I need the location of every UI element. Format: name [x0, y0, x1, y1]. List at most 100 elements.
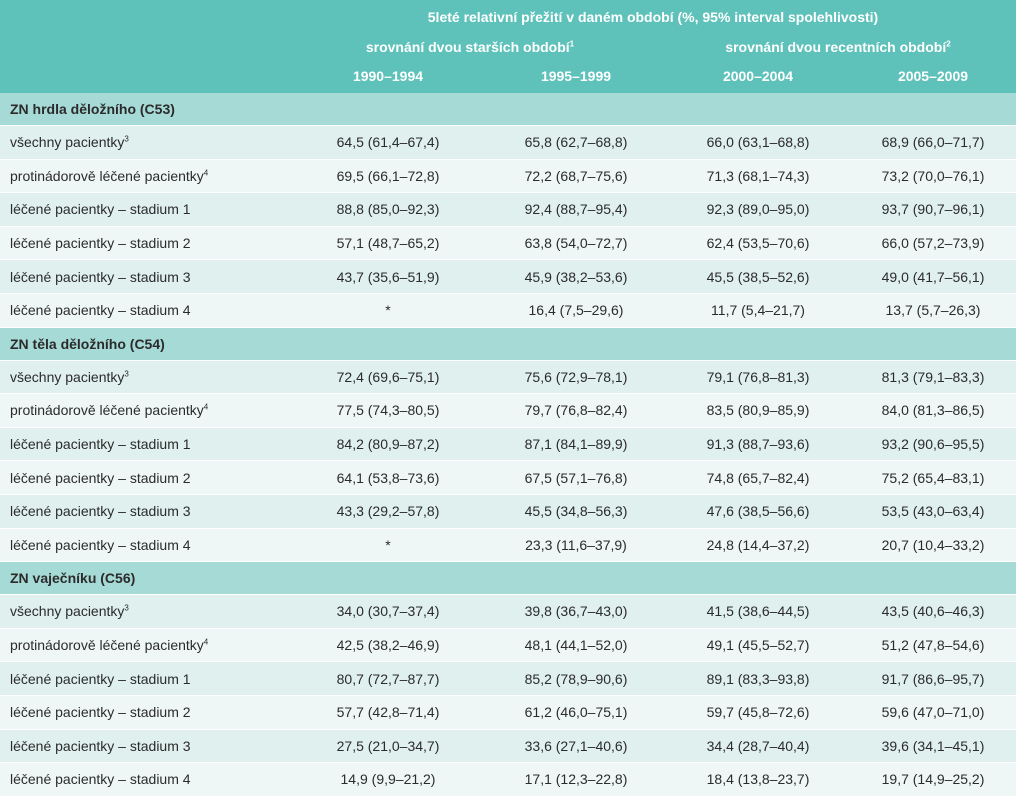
value-cell: 79,1 (76,8–81,3) — [706, 368, 810, 385]
value-cell: 68,9 (66,0–71,7) — [881, 134, 985, 151]
row-label: léčené pacientky – stadium 1 — [0, 671, 290, 687]
row-label-footnote: 4 — [203, 637, 209, 647]
value-cell: 64,1 (53,8–73,6) — [336, 469, 440, 486]
table-row: léčené pacientky – stadium 3 43,3 (29,2–5… — [0, 494, 1016, 529]
row-label-text: všechny pacientky — [10, 603, 125, 620]
value-cell: 66,0 (57,2–73,9) — [881, 235, 985, 252]
row-label-text: léčené pacientky – stadium 2 — [10, 704, 191, 721]
row-label: léčené pacientky – stadium 4 — [0, 771, 290, 787]
value-cell: 71,3 (68,1–74,3) — [706, 167, 810, 184]
row-label: léčené pacientky – stadium 3 — [0, 269, 290, 285]
value-cell: 47,6 (38,5–56,6) — [706, 503, 810, 520]
table-row: léčené pacientky – stadium 4 * 23,3 (11,6–… — [0, 528, 1016, 563]
row-label-text: léčené pacientky – stadium 4 — [10, 302, 191, 319]
value-cell: 83,5 (80,9–85,9) — [706, 402, 810, 419]
value-cell: 65,8 (62,7–68,8) — [524, 134, 628, 151]
value-cell: 64,5 (61,4–67,4) — [336, 134, 440, 151]
table-row: protinádorově léčené pacientky4 69,5 (66,… — [0, 159, 1016, 194]
value-cell: 13,7 (5,7–26,3) — [885, 302, 981, 319]
row-label: léčené pacientky – stadium 4 — [0, 302, 290, 318]
row-label-text: léčené pacientky – stadium 3 — [10, 503, 191, 520]
row-label-text: všechny pacientky — [10, 368, 125, 385]
value-cell: 67,5 (57,1–76,8) — [524, 469, 628, 486]
value-cell: 45,5 (38,5–52,6) — [706, 268, 810, 285]
row-label-text: léčené pacientky – stadium 2 — [10, 235, 191, 252]
value-cell: 62,4 (53,5–70,6) — [706, 235, 810, 252]
value-cell: 91,3 (88,7–93,6) — [706, 436, 810, 453]
table-row: léčené pacientky – stadium 2 57,1 (48,7–6… — [0, 226, 1016, 261]
row-label-text: léčené pacientky – stadium 1 — [10, 670, 191, 687]
row-label: léčené pacientky – stadium 2 — [0, 235, 290, 251]
value-cell: 75,2 (65,4–83,1) — [881, 469, 985, 486]
value-cell: 42,5 (38,2–46,9) — [336, 637, 440, 654]
column-header-2005-2009: 2005–2009 — [897, 68, 969, 84]
value-cell: 45,9 (38,2–53,6) — [524, 268, 628, 285]
value-cell: 81,3 (79,1–83,3) — [881, 368, 985, 385]
row-label-text: léčené pacientky – stadium 4 — [10, 536, 191, 553]
row-label: všechny pacientky3 — [0, 134, 290, 150]
table-row: protinádorově léčené pacientky4 77,5 (74,… — [0, 394, 1016, 428]
table-row: léčené pacientky – stadium 4 * 16,4 (7,5–2… — [0, 293, 1016, 328]
value-cell: 84,2 (80,9–87,2) — [336, 436, 440, 453]
row-label-text: léčené pacientky – stadium 1 — [10, 436, 191, 453]
value-cell: 59,7 (45,8–72,6) — [706, 704, 810, 721]
row-label-text: protinádorově léčené pacientky — [10, 167, 204, 184]
value-cell: 84,0 (81,3–86,5) — [881, 402, 985, 419]
value-cell: 49,1 (45,5–52,7) — [706, 637, 810, 654]
row-label-footnote: 4 — [203, 168, 209, 178]
table-row: léčené pacientky – stadium 1 80,7 (72,7–8… — [0, 662, 1016, 696]
row-label: léčené pacientky – stadium 2 — [0, 470, 290, 486]
group-header-recent-label: srovnání dvou recentních období — [725, 39, 947, 55]
value-cell: 45,5 (34,8–56,3) — [524, 503, 628, 520]
value-cell: 19,7 (14,9–25,2) — [881, 771, 985, 788]
row-label-text: protinádorově léčené pacientky — [10, 637, 204, 654]
row-label: léčené pacientky – stadium 1 — [0, 436, 290, 452]
table-row: léčené pacientky – stadium 1 84,2 (80,9–8… — [0, 427, 1016, 462]
value-cell: 18,4 (13,8–23,7) — [706, 771, 810, 788]
value-cell: 43,3 (29,2–57,8) — [336, 503, 440, 520]
value-cell: 57,1 (48,7–65,2) — [336, 235, 440, 252]
row-label-text: léčené pacientky – stadium 4 — [10, 771, 191, 788]
value-cell: 72,2 (68,7–75,6) — [524, 167, 628, 184]
table-row: protinádorově léčené pacientky4 42,5 (38,… — [0, 628, 1016, 663]
row-label: léčené pacientky – stadium 2 — [0, 704, 290, 720]
survival-table: 5leté relativní přežití v daném období (… — [0, 0, 1016, 797]
value-cell: 92,3 (89,0–95,0) — [706, 201, 810, 218]
table-body: ZN hrdla děložního (C53) všechny pacientk… — [0, 93, 1016, 797]
value-cell: 75,6 (72,9–78,1) — [524, 368, 628, 385]
value-cell: 89,1 (83,3–93,8) — [706, 670, 810, 687]
value-cell: 24,8 (14,4–37,2) — [706, 536, 810, 553]
group-header-recent: srovnání dvou recentních období2 — [660, 39, 1016, 55]
table-title: 5leté relativní přežití v daném období (… — [427, 9, 879, 25]
table-row: všechny pacientky3 64,5 (61,4–67,4) 65,8 (… — [0, 126, 1016, 160]
row-label-text: protinádorově léčené pacientky — [10, 402, 204, 419]
row-label-text: léčené pacientky – stadium 3 — [10, 268, 191, 285]
value-cell: 34,0 (30,7–37,4) — [336, 603, 440, 620]
value-cell: 17,1 (12,3–22,8) — [524, 771, 628, 788]
row-label-footnote: 4 — [203, 402, 209, 412]
row-label-text: všechny pacientky — [10, 134, 125, 151]
table-row: léčené pacientky – stadium 2 64,1 (53,8–7… — [0, 461, 1016, 495]
value-cell: 11,7 (5,4–21,7) — [711, 302, 805, 319]
value-cell: 53,5 (43,0–63,4) — [881, 503, 985, 520]
table-row: léčené pacientky – stadium 2 57,7 (42,8–7… — [0, 695, 1016, 730]
group-header-older-footnote: 1 — [569, 39, 575, 49]
value-cell: 20,7 (10,4–33,2) — [881, 536, 985, 553]
value-cell: 77,5 (74,3–80,5) — [336, 402, 440, 419]
table-header: 5leté relativní přežití v daném období (… — [0, 0, 1016, 93]
value-cell: 48,1 (44,1–52,0) — [524, 637, 628, 654]
section-header: ZN těla děložního (C54) — [0, 327, 1016, 361]
section-header: ZN vaječníku (C56) — [0, 562, 1016, 596]
value-cell: 73,2 (70,0–76,1) — [881, 167, 985, 184]
row-label: protinádorově léčené pacientky4 — [0, 168, 290, 184]
row-label-footnote: 3 — [124, 134, 129, 144]
value-cell: 91,7 (86,6–95,7) — [881, 670, 985, 687]
table-row: léčené pacientky – stadium 3 27,5 (21,0–3… — [0, 729, 1016, 764]
row-label-text: léčené pacientky – stadium 2 — [10, 469, 191, 486]
value-cell: * — [385, 302, 391, 319]
value-cell: 51,2 (47,8–54,6) — [881, 637, 985, 654]
value-cell: 79,7 (76,8–82,4) — [524, 402, 628, 419]
table-row: léčené pacientky – stadium 3 43,7 (35,6–5… — [0, 260, 1016, 294]
table-row: všechny pacientky3 34,0 (30,7–37,4) 39,8 (… — [0, 595, 1016, 629]
table-row: léčené pacientky – stadium 1 88,8 (85,0–9… — [0, 193, 1016, 227]
